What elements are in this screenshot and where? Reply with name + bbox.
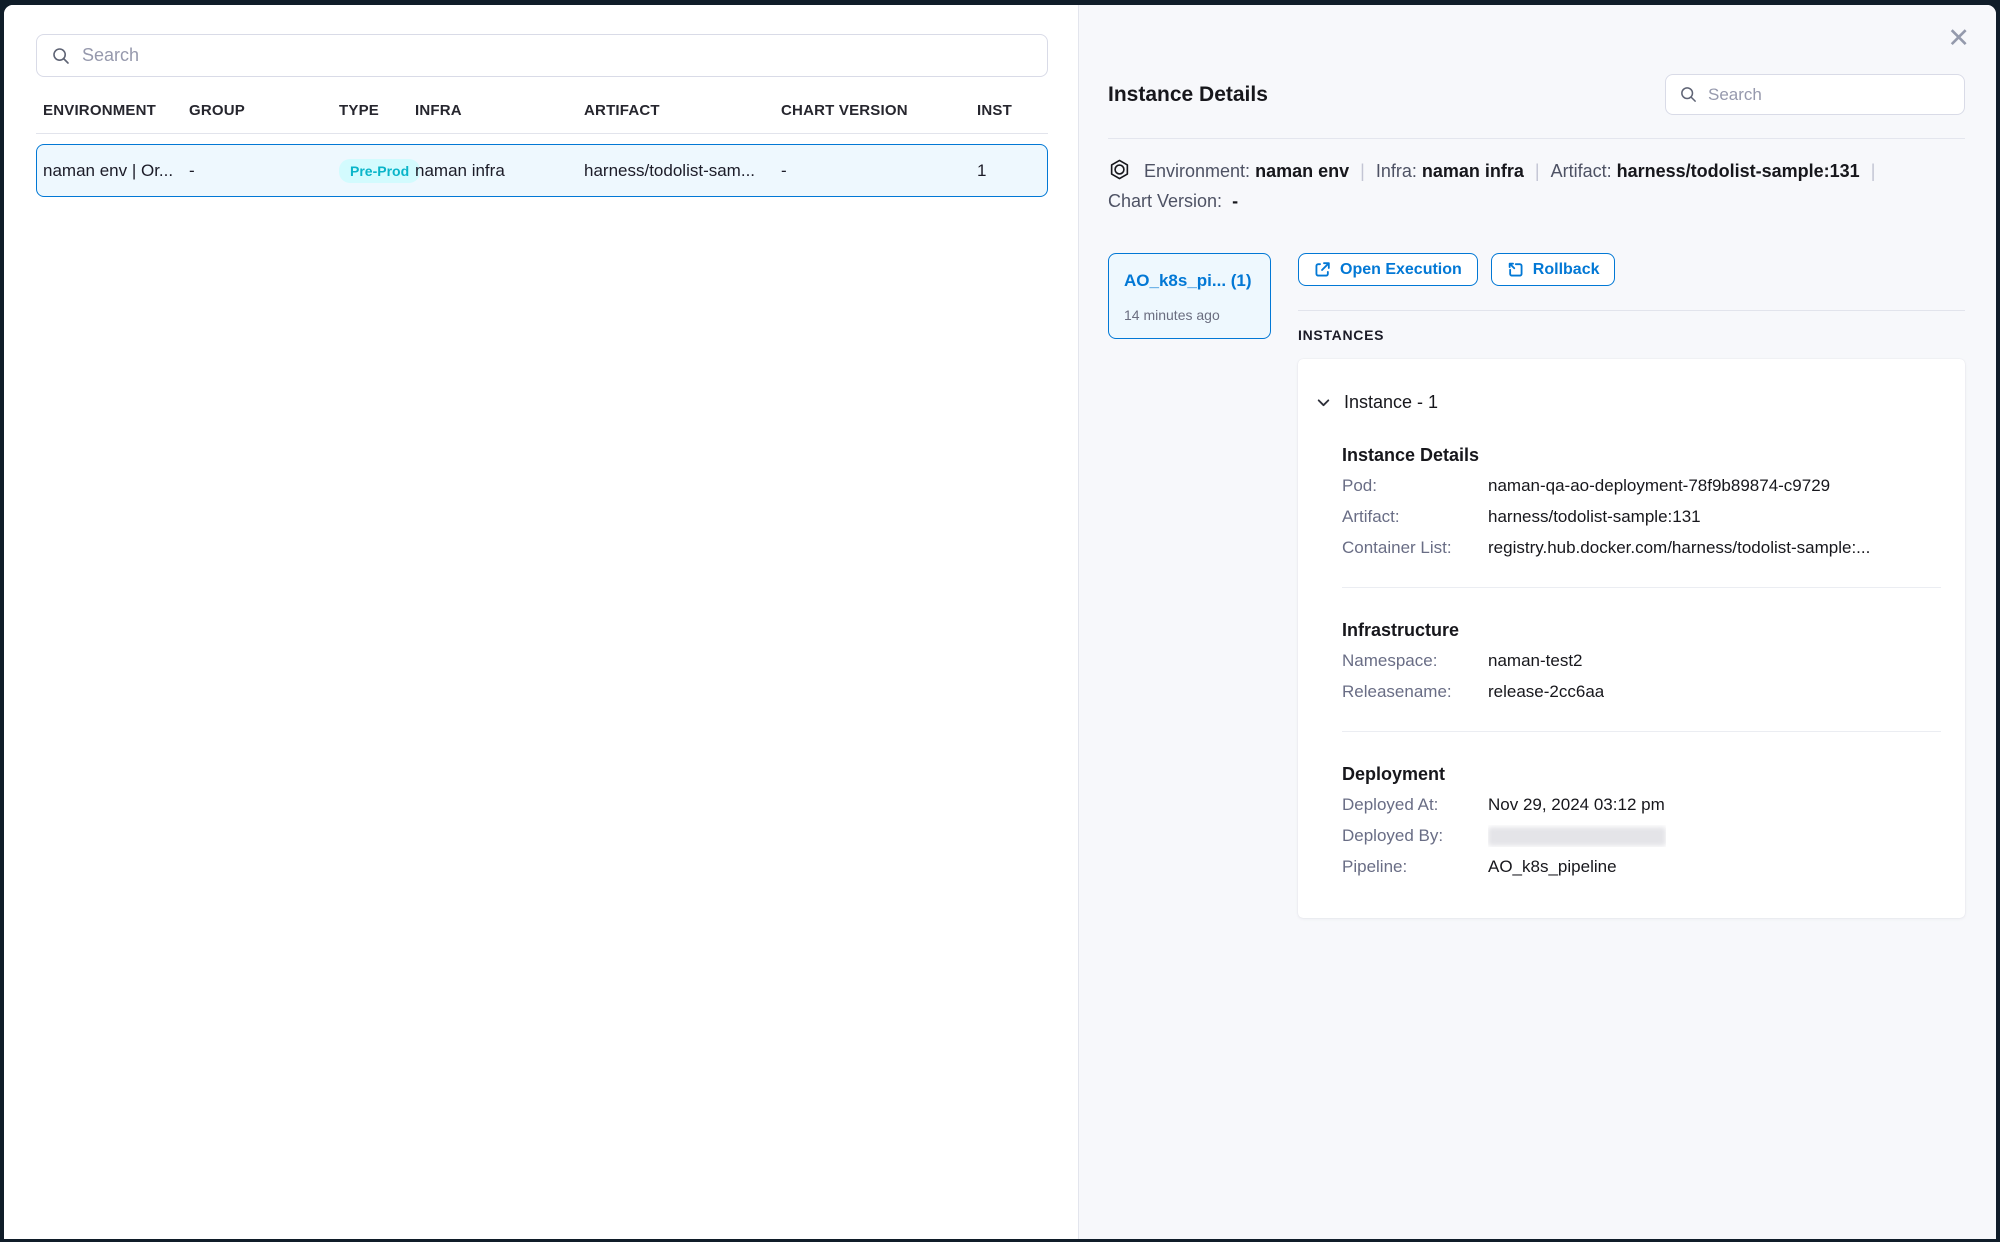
panel-search-input[interactable] bbox=[1708, 85, 1951, 105]
environment-icon bbox=[1108, 158, 1131, 181]
summary-environment-label: Environment: bbox=[1144, 161, 1250, 181]
section-divider bbox=[1342, 587, 1941, 588]
table-row[interactable]: naman env | Or... - Pre-Prod naman infra… bbox=[36, 144, 1048, 197]
table-search-input[interactable] bbox=[82, 45, 1033, 66]
search-icon bbox=[1679, 85, 1698, 104]
namespace-value: naman-test2 bbox=[1488, 650, 1583, 672]
pod-row: Pod: naman-qa-ao-deployment-78f9b89874-c… bbox=[1342, 475, 1941, 497]
panel-search bbox=[1665, 74, 1965, 115]
summary-artifact-value: harness/todolist-sample:131 bbox=[1617, 161, 1860, 181]
pipeline-value: AO_k8s_pipeline bbox=[1488, 856, 1617, 878]
deployment-summary: Environment: naman env|Infra: naman infr… bbox=[1108, 156, 1965, 216]
table-header-divider bbox=[36, 133, 1048, 134]
instance-details-panel: ✕ Instance Details Environment: naman en… bbox=[1078, 5, 1996, 1239]
rollback-icon bbox=[1507, 261, 1524, 278]
pipeline-row: Pipeline: AO_k8s_pipeline bbox=[1342, 856, 1941, 878]
summary-environment-value: naman env bbox=[1255, 161, 1349, 181]
namespace-row: Namespace: naman-test2 bbox=[1342, 650, 1941, 672]
summary-infra-value: naman infra bbox=[1422, 161, 1524, 181]
env-type-badge: Pre-Prod bbox=[339, 159, 420, 183]
row-environment: naman env | Or... bbox=[43, 161, 189, 181]
instances-modal: ENVIRONMENT GROUP TYPE INFRA ARTIFACT CH… bbox=[4, 5, 1996, 1239]
header-divider bbox=[1108, 138, 1965, 139]
instances-heading: INSTANCES bbox=[1298, 327, 1965, 343]
chevron-down-icon bbox=[1316, 395, 1331, 410]
summary-artifact-label: Artifact: bbox=[1551, 161, 1612, 181]
instance-title: Instance - 1 bbox=[1344, 392, 1438, 413]
open-execution-button[interactable]: Open Execution bbox=[1298, 253, 1478, 286]
search-icon bbox=[51, 46, 71, 66]
section-divider bbox=[1342, 731, 1941, 732]
releasename-value: release-2cc6aa bbox=[1488, 681, 1604, 703]
column-header-infra[interactable]: INFRA bbox=[415, 102, 584, 119]
releasename-row: Releasename: release-2cc6aa bbox=[1342, 681, 1941, 703]
column-header-environment[interactable]: ENVIRONMENT bbox=[43, 102, 189, 119]
environments-table-panel: ENVIRONMENT GROUP TYPE INFRA ARTIFACT CH… bbox=[4, 5, 1078, 1239]
section-heading-instance-details: Instance Details bbox=[1342, 445, 1941, 466]
pipeline-execution-card[interactable]: AO_k8s_pi... (1) 14 minutes ago bbox=[1108, 253, 1271, 339]
column-header-artifact[interactable]: ARTIFACT bbox=[584, 102, 781, 119]
container-list-value: registry.hub.docker.com/harness/todolist… bbox=[1488, 537, 1870, 559]
pod-value: naman-qa-ao-deployment-78f9b89874-c9729 bbox=[1488, 475, 1830, 497]
pipeline-cards-column: AO_k8s_pi... (1) 14 minutes ago bbox=[1108, 253, 1298, 339]
row-artifact: harness/todolist-sam... bbox=[584, 161, 781, 181]
external-link-icon bbox=[1314, 261, 1331, 278]
actions-divider bbox=[1298, 310, 1965, 311]
summary-infra-label: Infra: bbox=[1376, 161, 1417, 181]
column-header-type[interactable]: TYPE bbox=[339, 102, 415, 119]
artifact-value: harness/todolist-sample:131 bbox=[1488, 506, 1701, 528]
rollback-button[interactable]: Rollback bbox=[1491, 253, 1616, 286]
table-header: ENVIRONMENT GROUP TYPE INFRA ARTIFACT CH… bbox=[36, 102, 1048, 119]
instance-toggle[interactable]: Instance - 1 bbox=[1316, 392, 1941, 413]
deployed-at-row: Deployed At: Nov 29, 2024 03:12 pm bbox=[1342, 794, 1941, 816]
column-header-chart-version[interactable]: CHART VERSION bbox=[781, 102, 977, 119]
row-inst-count: 1 bbox=[977, 161, 1047, 181]
row-chart-version: - bbox=[781, 161, 977, 181]
column-header-group[interactable]: GROUP bbox=[189, 102, 339, 119]
section-heading-deployment: Deployment bbox=[1342, 764, 1941, 785]
deployed-at-value: Nov 29, 2024 03:12 pm bbox=[1488, 794, 1665, 816]
container-list-row: Container List: registry.hub.docker.com/… bbox=[1342, 537, 1941, 559]
row-infra: naman infra bbox=[415, 161, 584, 181]
table-search bbox=[36, 34, 1048, 77]
pipeline-card-title: AO_k8s_pi... (1) bbox=[1124, 271, 1256, 291]
column-header-inst[interactable]: INST bbox=[977, 102, 1046, 119]
redacted-deployed-by bbox=[1488, 827, 1666, 846]
section-heading-infrastructure: Infrastructure bbox=[1342, 620, 1941, 641]
artifact-row: Artifact: harness/todolist-sample:131 bbox=[1342, 506, 1941, 528]
row-group: - bbox=[189, 161, 339, 181]
summary-chart-version-label: Chart Version: bbox=[1108, 191, 1222, 211]
deployed-by-row: Deployed By: bbox=[1342, 825, 1941, 847]
page-title: Instance Details bbox=[1108, 83, 1268, 107]
pipeline-card-timestamp: 14 minutes ago bbox=[1124, 307, 1256, 323]
close-icon[interactable]: ✕ bbox=[1947, 25, 1970, 52]
instances-card: Instance - 1 Instance Details Pod: naman… bbox=[1298, 359, 1965, 918]
summary-chart-version-value: - bbox=[1232, 191, 1238, 211]
